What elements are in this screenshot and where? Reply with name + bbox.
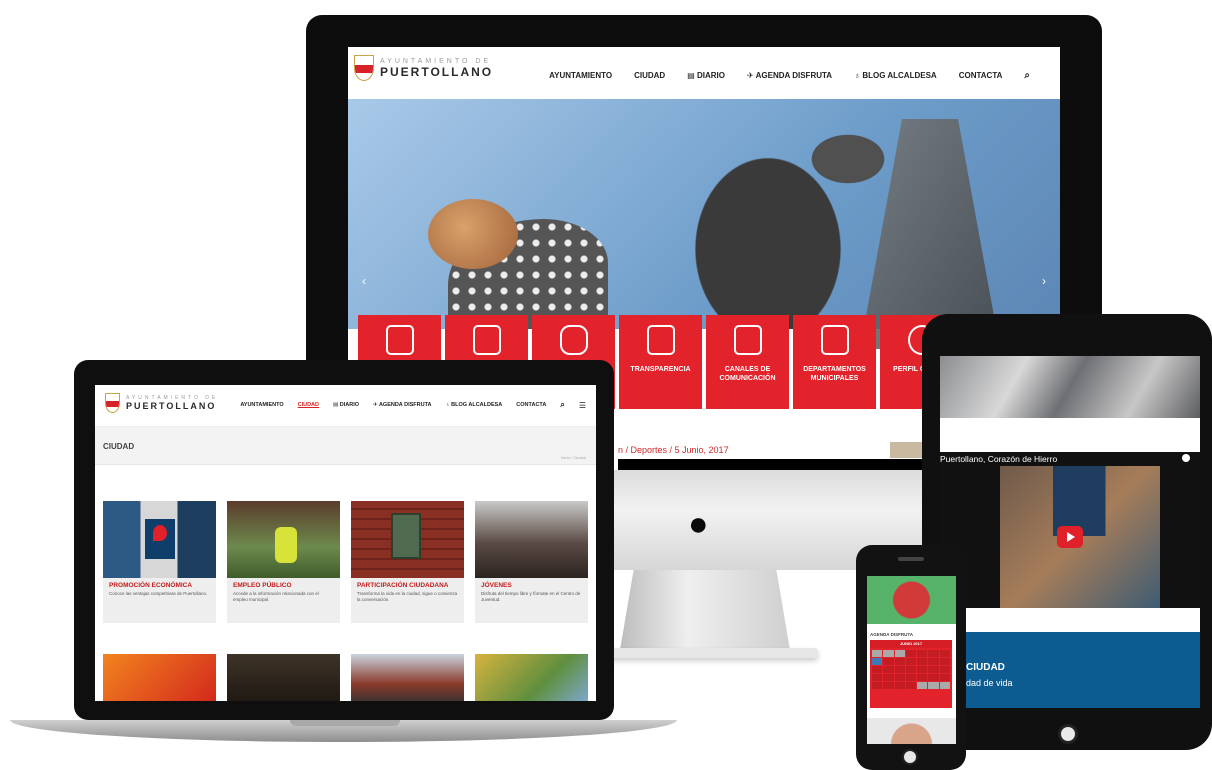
nav-agenda[interactable]: ✈ AGENDA DISFRUTA bbox=[747, 71, 832, 80]
apple-logo-icon: ● bbox=[688, 505, 709, 543]
home-button[interactable] bbox=[902, 749, 918, 765]
tablet-screen: Puertollano, Corazón de Hierro CIUDAD da… bbox=[940, 356, 1200, 708]
chat-icon bbox=[385, 325, 414, 355]
stone-image bbox=[940, 356, 1200, 418]
card-title: EMPLEO PÚBLICO bbox=[233, 582, 292, 589]
site-logo[interactable]: AYUNTAMIENTO DE PUERTOLLANO bbox=[105, 393, 218, 413]
nav-blog[interactable]: ♁ BLOG ALCALDESA bbox=[854, 71, 937, 80]
section-title: CIUDAD bbox=[966, 662, 1005, 673]
home-button[interactable] bbox=[1058, 724, 1078, 744]
coat-of-arms-icon bbox=[354, 55, 374, 81]
org-chart-icon bbox=[820, 325, 849, 355]
rocket-icon: ✈ bbox=[746, 71, 756, 80]
video-player[interactable]: Puertollano, Corazón de Hierro bbox=[940, 452, 1200, 608]
nav-ayuntamiento[interactable]: AYUNTAMIENTO bbox=[240, 402, 283, 408]
phone-device: AGENDA DISFRUTA JUNIO 2017 bbox=[856, 545, 966, 770]
card-title: PROMOCIÓN ECONÓMICA bbox=[109, 582, 193, 589]
inbox-icon bbox=[646, 325, 675, 355]
video-title: Puertollano, Corazón de Hierro bbox=[940, 454, 1058, 464]
logo-title: PUERTOLLANO bbox=[380, 64, 494, 79]
nav-contacta[interactable]: CONTACTA bbox=[516, 402, 546, 408]
nav-agenda[interactable]: ✈ AGENDA DISFRUTA bbox=[373, 402, 432, 408]
monitor-foot bbox=[596, 648, 818, 658]
card-image bbox=[351, 501, 464, 578]
city-section: CIUDAD dad de vida bbox=[940, 632, 1200, 708]
nav-contacta[interactable]: CONTACTA bbox=[959, 71, 1003, 80]
card-image bbox=[475, 501, 588, 578]
card-image[interactable] bbox=[227, 654, 340, 701]
agenda-banner[interactable] bbox=[867, 576, 956, 624]
portrait-image bbox=[867, 718, 956, 744]
breadcrumb[interactable]: Inicio / Ciudad bbox=[561, 455, 586, 460]
logo-subtitle: AYUNTAMIENTO DE bbox=[380, 57, 492, 65]
prev-slide-icon[interactable]: ‹ bbox=[362, 274, 366, 288]
tile-departamentos[interactable]: DEPARTAMENTOS MUNICIPALES bbox=[793, 315, 876, 409]
logo-title: PUERTOLLANO bbox=[126, 401, 217, 411]
tile-transparencia[interactable]: TRANSPARENCIA bbox=[619, 315, 702, 409]
laptop-base bbox=[10, 720, 677, 742]
megaphone-icon bbox=[733, 325, 762, 355]
newspaper-icon: ▤ bbox=[333, 402, 340, 408]
main-nav: AYUNTAMIENTO CIUDAD ▤ DIARIO ✈ AGENDA DI… bbox=[549, 70, 1030, 81]
card-image bbox=[227, 501, 340, 578]
card-description: Conoce las ventajas competitivas de Puer… bbox=[109, 591, 208, 596]
search-icon[interactable]: ⌕ bbox=[560, 400, 564, 410]
card-promocion[interactable]: PROMOCIÓN ECONÓMICA Conoce las ventajas … bbox=[103, 501, 216, 623]
page-title: CIUDAD bbox=[103, 442, 135, 451]
card-description: Accede a la información relacionada con … bbox=[233, 591, 319, 603]
card-image[interactable] bbox=[103, 654, 216, 701]
nav-diario[interactable]: ▤ DIARIO bbox=[333, 402, 359, 408]
page-title-band: CIUDAD Inicio / Ciudad bbox=[95, 427, 596, 465]
clock-icon[interactable] bbox=[1182, 454, 1190, 462]
play-icon[interactable] bbox=[1057, 526, 1083, 548]
calendar-widget: JUNIO 2017 bbox=[870, 640, 952, 708]
calendar-month: JUNIO 2017 bbox=[870, 640, 952, 648]
newspaper-icon: ▤ bbox=[687, 71, 697, 80]
card-description: Transforma la vida en la ciudad, sigue o… bbox=[357, 591, 458, 603]
microphone-icon bbox=[559, 325, 588, 355]
card-participacion[interactable]: PARTICIPACIÓN CIUDADANA Transforma la vi… bbox=[351, 501, 464, 623]
monitor-stand bbox=[620, 570, 790, 650]
post-breadcrumb[interactable]: n / Deportes / 5 Junio, 2017 bbox=[618, 445, 729, 455]
card-description: Disfruta del tiempo libre y fórmate en e… bbox=[481, 591, 581, 603]
menu-icon[interactable]: ☰ bbox=[579, 401, 586, 410]
nav-diario[interactable]: ▤ DIARIO bbox=[687, 71, 725, 80]
briefcase-icon bbox=[472, 325, 501, 355]
card-title: PARTICIPACIÓN CIUDADANA bbox=[357, 582, 449, 589]
site-logo[interactable]: AYUNTAMIENTO DE PUERTOLLANO bbox=[354, 55, 493, 81]
agenda-title: AGENDA DISFRUTA bbox=[870, 632, 913, 637]
card-empleo[interactable]: EMPLEO PÚBLICO Accede a la información r… bbox=[227, 501, 340, 623]
section-cards-row-2 bbox=[103, 654, 588, 701]
site-header: AYUNTAMIENTO DE PUERTOLLANO AYUNTAMIENTO… bbox=[348, 47, 1060, 102]
section-subtitle: dad de vida bbox=[966, 678, 1013, 688]
next-slide-icon[interactable]: › bbox=[1042, 274, 1046, 288]
nav-ciudad[interactable]: CIUDAD bbox=[634, 71, 665, 80]
card-title: JÓVENES bbox=[481, 582, 512, 589]
coat-of-arms-icon bbox=[105, 393, 120, 413]
laptop-device: AYUNTAMIENTO DE PUERTOLLANO AYUNTAMIENTO… bbox=[74, 360, 614, 720]
tile-canales[interactable]: CANALES DE COMUNICACIÓN bbox=[706, 315, 789, 409]
search-icon[interactable]: ⌕ bbox=[1024, 70, 1030, 81]
section-cards: PROMOCIÓN ECONÓMICA Conoce las ventajas … bbox=[103, 501, 588, 623]
site-header: AYUNTAMIENTO DE PUERTOLLANO AYUNTAMIENTO… bbox=[95, 385, 596, 427]
nav-ayuntamiento[interactable]: AYUNTAMIENTO bbox=[549, 71, 612, 80]
main-nav: AYUNTAMIENTO CIUDAD ▤ DIARIO ✈ AGENDA DI… bbox=[240, 400, 586, 410]
card-image[interactable] bbox=[475, 654, 588, 701]
calendar-grid[interactable] bbox=[870, 648, 952, 691]
card-image[interactable] bbox=[351, 654, 464, 701]
hero-slider: ‹ › bbox=[348, 99, 1060, 349]
nav-blog[interactable]: ♁ BLOG ALCALDESA bbox=[446, 402, 503, 408]
card-image bbox=[103, 501, 216, 578]
laptop-screen: AYUNTAMIENTO DE PUERTOLLANO AYUNTAMIENTO… bbox=[95, 385, 596, 701]
card-jovenes[interactable]: JÓVENES Disfruta del tiempo libre y fórm… bbox=[475, 501, 588, 623]
nav-ciudad[interactable]: CIUDAD bbox=[298, 402, 319, 408]
phone-screen: AGENDA DISFRUTA JUNIO 2017 bbox=[867, 576, 956, 744]
